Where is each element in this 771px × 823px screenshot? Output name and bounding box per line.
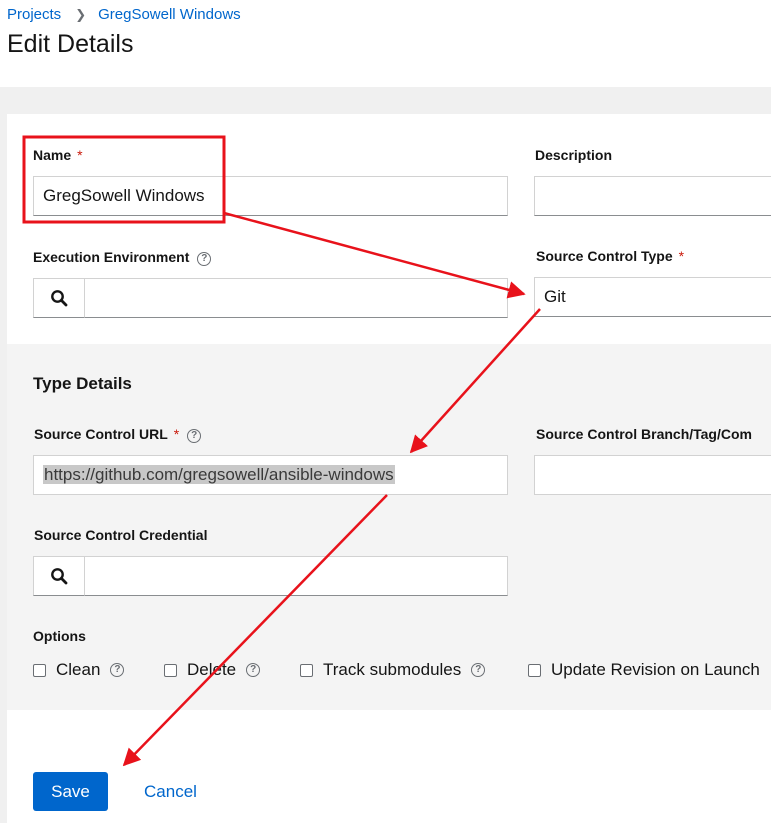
execution-environment-search-button[interactable] — [33, 278, 85, 318]
option-update-revision-label: Update Revision on Launch — [551, 660, 760, 679]
source-control-url-input[interactable]: https://github.com/gregsowell/ansible-wi… — [33, 455, 508, 495]
source-control-branch-label: Source Control Branch/Tag/Com — [536, 426, 752, 442]
option-delete[interactable]: Delete ? — [164, 660, 261, 680]
source-control-type-label: Source Control Type * — [536, 248, 684, 264]
option-track-submodules[interactable]: Track submodules ? — [300, 660, 486, 680]
source-control-branch-label-text: Source Control Branch/Tag/Com — [536, 426, 752, 442]
option-clean-label: Clean — [56, 660, 101, 679]
option-track-submodules-label: Track submodules — [323, 660, 462, 679]
source-control-type-value: Git — [544, 287, 566, 306]
description-label: Description — [535, 147, 612, 163]
update-revision-checkbox[interactable] — [528, 663, 541, 677]
question-circle-icon[interactable]: ? — [110, 663, 125, 677]
question-circle-icon[interactable]: ? — [246, 663, 261, 677]
required-mark: * — [77, 147, 83, 163]
question-circle-icon[interactable]: ? — [471, 663, 486, 677]
source-control-type-label-text: Source Control Type — [536, 248, 673, 264]
credential-search-button[interactable] — [33, 556, 85, 596]
required-mark: * — [678, 248, 685, 264]
page-title: Edit Details — [7, 30, 134, 58]
option-delete-label: Delete — [187, 660, 237, 679]
description-label-text: Description — [535, 147, 613, 163]
source-control-url-value: https://github.com/gregsowell/ansible-wi… — [43, 456, 395, 494]
search-icon — [51, 568, 68, 585]
source-control-url-label-text: Source Control URL — [34, 426, 168, 442]
question-circle-icon[interactable]: ? — [187, 429, 202, 443]
option-clean[interactable]: Clean ? — [33, 660, 125, 680]
source-control-type-select[interactable]: Git — [534, 277, 771, 317]
source-control-credential-label: Source Control Credential — [34, 527, 207, 543]
breadcrumb-projects-link[interactable]: Projects — [7, 6, 61, 23]
execution-environment-label-text: Execution Environment — [33, 249, 190, 265]
source-control-url-label: Source Control URL *? — [34, 426, 202, 443]
execution-environment-lookup — [33, 278, 508, 318]
name-input[interactable]: GregSowell Windows — [33, 176, 508, 216]
question-circle-icon[interactable]: ? — [197, 252, 212, 266]
breadcrumb: Projects ❯ GregSowell Windows — [7, 6, 241, 23]
name-input-value: GregSowell Windows — [43, 186, 205, 205]
source-control-credential-input[interactable] — [85, 556, 508, 596]
delete-checkbox[interactable] — [164, 663, 177, 677]
track-submodules-checkbox[interactable] — [300, 663, 313, 677]
chevron-right-icon: ❯ — [75, 6, 87, 22]
options-label: Options — [33, 628, 86, 644]
selected-text: https://github.com/gregsowell/ansible-wi… — [43, 465, 395, 484]
source-control-branch-input[interactable] — [534, 455, 771, 495]
save-button[interactable]: Save — [33, 772, 108, 811]
name-label: Name * — [33, 147, 83, 163]
source-control-credential-label-text: Source Control Credential — [34, 527, 208, 543]
cancel-button[interactable]: Cancel — [133, 772, 208, 811]
required-mark: * — [173, 426, 180, 442]
name-label-text: Name — [33, 147, 72, 163]
search-icon — [51, 290, 68, 307]
breadcrumb-current-link[interactable]: GregSowell Windows — [98, 6, 241, 23]
execution-environment-input[interactable] — [85, 278, 508, 318]
page-header: Projects ❯ GregSowell Windows Edit Detai… — [0, 0, 771, 87]
clean-checkbox[interactable] — [33, 663, 46, 677]
execution-environment-label: Execution Environment? — [33, 249, 212, 266]
option-update-revision[interactable]: Update Revision on Launch — [528, 660, 760, 680]
type-details-title: Type Details — [33, 374, 132, 393]
source-control-credential-lookup — [33, 556, 508, 596]
description-input[interactable] — [534, 176, 771, 216]
